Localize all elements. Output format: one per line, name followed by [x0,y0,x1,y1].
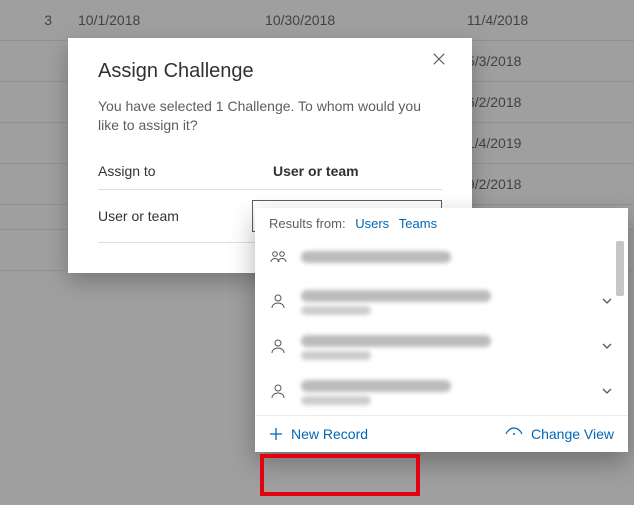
close-icon[interactable] [432,52,454,74]
person-icon [269,337,289,358]
change-view-label: Change View [531,426,614,442]
list-item[interactable] [255,370,628,415]
tab-teams[interactable]: Teams [399,216,437,231]
results-from-label: Results from: [269,216,346,231]
person-icon [269,382,289,403]
results-list [255,237,628,415]
lookup-flyout: Results from: Users Teams [255,208,628,452]
chevron-down-icon[interactable] [600,294,614,311]
chevron-down-icon[interactable] [600,339,614,356]
team-icon [269,247,289,270]
dialog-title: Assign Challenge [98,60,442,83]
change-view-button[interactable]: Change View [505,426,614,442]
results-from-bar: Results from: Users Teams [255,208,628,237]
chevron-down-icon[interactable] [600,384,614,401]
list-item[interactable] [255,237,628,280]
new-record-button[interactable]: New Record [269,426,368,442]
scrollbar[interactable] [616,241,624,296]
plus-icon [269,427,283,441]
dialog-description: You have selected 1 Challenge. To whom w… [98,97,442,135]
assign-to-label: Assign to [98,163,273,179]
eye-icon [505,427,523,441]
list-item[interactable] [255,280,628,325]
tab-users[interactable]: Users [355,216,389,231]
new-record-label: New Record [291,426,368,442]
person-icon [269,292,289,313]
assign-to-value[interactable]: User or team [273,163,359,179]
user-or-team-label: User or team [98,208,252,224]
list-item[interactable] [255,325,628,370]
